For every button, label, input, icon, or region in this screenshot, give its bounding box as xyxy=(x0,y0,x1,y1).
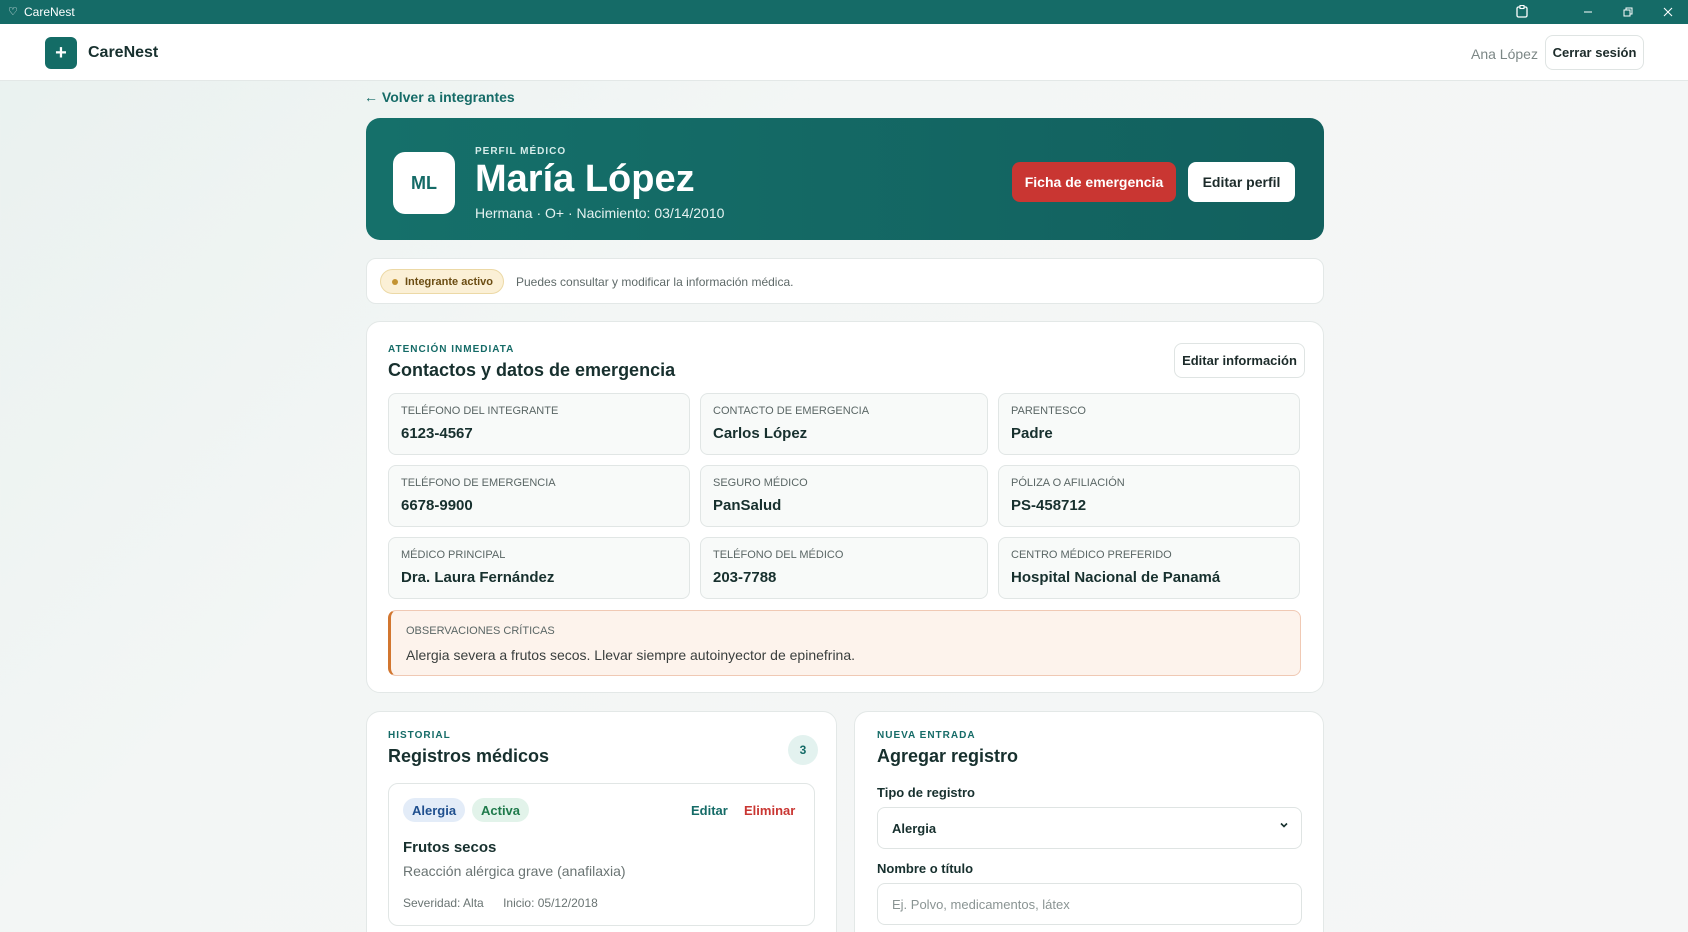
new-entry-eyebrow: NUEVA ENTRADA xyxy=(877,730,976,741)
edit-profile-button[interactable]: Editar perfil xyxy=(1188,162,1295,202)
record-name-label: Nombre o título xyxy=(877,861,974,876)
member-status-bar: Integrante activo Puedes consultar y mod… xyxy=(366,258,1324,304)
status-badge-label: Integrante activo xyxy=(405,275,494,288)
field-label: CONTACTO DE EMERGENCIA xyxy=(713,405,870,417)
field-value: Dra. Laura Fernández xyxy=(401,569,555,586)
field-value: 203-7788 xyxy=(713,569,777,586)
brand-name[interactable]: CareNest xyxy=(88,44,158,62)
field-relationship: PARENTESCO Padre xyxy=(998,393,1300,455)
chevron-down-icon xyxy=(1279,819,1289,833)
status-dot-icon xyxy=(392,279,398,285)
history-title: Registros médicos xyxy=(388,746,550,766)
record-type-selected: Alergia xyxy=(892,821,937,836)
add-record-title: Agregar registro xyxy=(877,746,1019,766)
avatar: ML xyxy=(393,152,455,214)
field-label: TELÉFONO DEL MÉDICO xyxy=(713,549,844,561)
field-value: PS-458712 xyxy=(1011,497,1087,514)
field-primary-doctor: MÉDICO PRINCIPAL Dra. Laura Fernández xyxy=(388,537,690,599)
profile-name: María López xyxy=(475,158,695,200)
record-edit-button[interactable]: Editar xyxy=(691,803,728,818)
field-label: PARENTESCO xyxy=(1011,405,1086,417)
field-value: PanSalud xyxy=(713,497,782,514)
window-controls xyxy=(1502,0,1688,24)
field-label: PÓLIZA O AFILIACIÓN xyxy=(1011,477,1125,489)
history-eyebrow: HISTORIAL xyxy=(388,730,451,741)
field-value: 6678-9900 xyxy=(401,497,473,514)
profile-hero: ML PERFIL MÉDICO María López Hermana · O… xyxy=(366,118,1324,240)
medical-records-card: HISTORIAL Registros médicos 3 Alergia Ac… xyxy=(366,711,837,932)
records-count-badge: 3 xyxy=(788,735,818,765)
window-titlebar: ♡ CareNest xyxy=(0,0,1688,24)
current-user-name: Ana López xyxy=(1471,46,1538,62)
field-label: TELÉFONO DEL INTEGRANTE xyxy=(401,405,559,417)
field-value: 6123-4567 xyxy=(401,425,473,442)
field-preferred-center: CENTRO MÉDICO PREFERIDO Hospital Naciona… xyxy=(998,537,1300,599)
emergency-title: Contactos y datos de emergencia xyxy=(388,360,676,380)
record-title: Frutos secos xyxy=(403,839,497,856)
record-meta: Severidad: Alta Inicio: 05/12/2018 xyxy=(403,896,614,910)
profile-subtitle: Hermana · O+ · Nacimiento: 03/14/2010 xyxy=(475,205,725,221)
field-value: Carlos López xyxy=(713,425,808,442)
record-state-tag: Activa xyxy=(472,798,530,822)
plus-logo-icon[interactable]: + xyxy=(45,37,77,69)
field-policy: PÓLIZA O AFILIACIÓN PS-458712 xyxy=(998,465,1300,527)
critical-notes-text: Alergia severa a frutos secos. Llevar si… xyxy=(406,647,856,663)
heart-icon: ♡ xyxy=(8,6,18,18)
field-emergency-contact: CONTACTO DE EMERGENCIA Carlos López xyxy=(700,393,988,455)
window-title: CareNest xyxy=(24,5,75,19)
profile-eyebrow: PERFIL MÉDICO xyxy=(475,146,567,157)
add-record-card: NUEVA ENTRADA Agregar registro Tipo de r… xyxy=(854,711,1324,932)
critical-notes-label: OBSERVACIONES CRÍTICAS xyxy=(406,625,555,637)
edit-info-button[interactable]: Editar información xyxy=(1174,343,1305,378)
record-type-select[interactable]: Alergia xyxy=(877,807,1302,849)
status-badge: Integrante activo xyxy=(380,269,505,294)
field-emergency-phone: TELÉFONO DE EMERGENCIA 6678-9900 xyxy=(388,465,690,527)
extension-icon[interactable] xyxy=(1502,0,1542,24)
emergency-contacts-card: ATENCIÓN INMEDIATA Contactos y datos de … xyxy=(366,321,1324,693)
close-icon[interactable] xyxy=(1648,0,1688,24)
field-doctor-phone: TELÉFONO DEL MÉDICO 203-7788 xyxy=(700,537,988,599)
record-description: Reacción alérgica grave (anafilaxia) xyxy=(403,863,626,879)
record-severity: Severidad: Alta xyxy=(403,896,484,910)
emergency-eyebrow: ATENCIÓN INMEDIATA xyxy=(388,344,515,355)
field-insurance: SEGURO MÉDICO PanSalud xyxy=(700,465,988,527)
field-value: Padre xyxy=(1011,425,1053,442)
field-member-phone: TELÉFONO DEL INTEGRANTE 6123-4567 xyxy=(388,393,690,455)
record-type-label: Tipo de registro xyxy=(877,785,975,800)
logout-button[interactable]: Cerrar sesión xyxy=(1545,35,1644,70)
record-item: Alergia Activa Editar Eliminar Frutos se… xyxy=(388,783,815,926)
record-name-input[interactable] xyxy=(877,883,1302,925)
back-to-members-link[interactable]: ← Volver a integrantes xyxy=(364,89,515,105)
record-type-tag: Alergia xyxy=(403,798,466,822)
field-label: TELÉFONO DE EMERGENCIA xyxy=(401,477,556,489)
field-value: Hospital Nacional de Panamá xyxy=(1011,569,1221,586)
critical-notes: OBSERVACIONES CRÍTICAS Alergia severa a … xyxy=(388,610,1301,676)
minimize-icon[interactable] xyxy=(1568,0,1608,24)
emergency-sheet-button[interactable]: Ficha de emergencia xyxy=(1012,162,1176,202)
field-label: MÉDICO PRINCIPAL xyxy=(401,549,506,561)
record-delete-button[interactable]: Eliminar xyxy=(744,803,795,818)
restore-icon[interactable] xyxy=(1608,0,1648,24)
app-header: + CareNest Ana López Cerrar sesión xyxy=(0,24,1688,81)
field-label: SEGURO MÉDICO xyxy=(713,477,808,489)
status-message: Puedes consultar y modificar la informac… xyxy=(516,275,794,289)
record-start-date: Inicio: 05/12/2018 xyxy=(503,896,598,910)
field-label: CENTRO MÉDICO PREFERIDO xyxy=(1011,549,1172,561)
